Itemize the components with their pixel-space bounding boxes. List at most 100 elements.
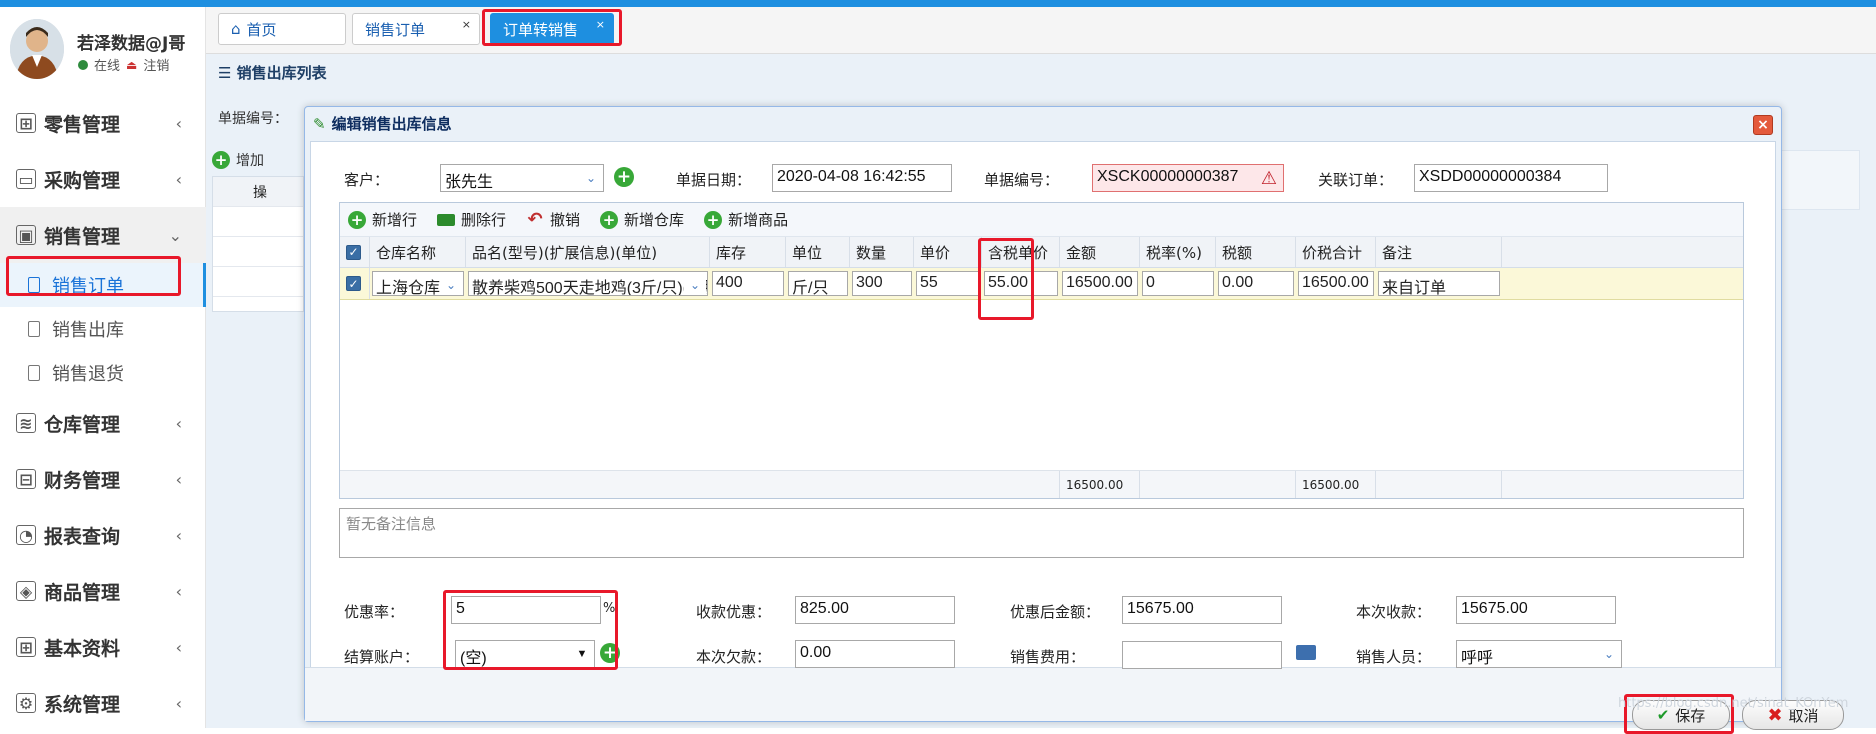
- avatar[interactable]: [10, 19, 64, 79]
- table-row[interactable]: [213, 237, 303, 267]
- this-owe-field[interactable]: 0.00: [795, 640, 955, 668]
- chevron-down-icon[interactable]: ⌄: [580, 166, 602, 190]
- sidebar-subitem-sales-return[interactable]: 销售退货: [0, 351, 206, 395]
- sidebar-item-label: 采购管理: [44, 169, 121, 192]
- tab-order-to-sales[interactable]: 订单转销售 ×: [490, 13, 614, 45]
- row-checkbox[interactable]: ✓: [346, 276, 361, 291]
- linked-order-field[interactable]: XSDD00000000384: [1414, 164, 1608, 192]
- bg-add-button[interactable]: 增加: [236, 150, 264, 170]
- new-warehouse-button[interactable]: + 新增仓库: [600, 209, 684, 230]
- customer-value: 张先生: [445, 174, 494, 191]
- sidebar-item-retail[interactable]: ⊞ 零售管理 ‹: [0, 95, 206, 151]
- sidebar-item-reports[interactable]: ◔ 报表查询 ‹: [0, 507, 206, 563]
- salesperson-label: 销售人员：: [1356, 648, 1432, 666]
- qty-field[interactable]: 300: [852, 271, 912, 296]
- monitor-icon: ▭: [16, 169, 36, 189]
- undo-icon: ↶: [527, 209, 543, 230]
- tab-sales-order[interactable]: 销售订单 ×: [352, 13, 480, 45]
- sales-fee-field[interactable]: [1122, 641, 1282, 669]
- document-icon: [28, 321, 40, 337]
- chevron-left-icon: ‹: [175, 581, 182, 601]
- bg-doc-no-label: 单据编号：: [218, 111, 288, 127]
- grid-icon: ⊞: [16, 637, 36, 657]
- chevron-down-icon[interactable]: ⌄: [684, 273, 706, 295]
- product-combobox[interactable]: 散养柴鸡500天走地鸡(3斤/只)(净膛3斤/只)⌄: [468, 271, 708, 296]
- remark-field[interactable]: 来自订单: [1378, 271, 1500, 296]
- remark-textarea[interactable]: 暂无备注信息: [339, 508, 1744, 558]
- table-row[interactable]: [213, 267, 303, 297]
- close-icon[interactable]: ×: [1753, 115, 1773, 135]
- sidebar-item-purchase[interactable]: ▭ 采购管理 ‹: [0, 151, 206, 207]
- table-row[interactable]: ✓ 上海仓库01⌄ 散养柴鸡500天走地鸡(3斤/只)(净膛3斤/只)⌄ 400…: [340, 268, 1743, 300]
- unit-field[interactable]: 斤/只: [788, 271, 848, 296]
- price-field[interactable]: 55: [916, 271, 980, 296]
- doc-no-field[interactable]: XSCK00000000387 ⚠: [1092, 164, 1284, 192]
- add-account-icon[interactable]: +: [600, 643, 620, 663]
- delete-row-button[interactable]: 删除行: [437, 209, 506, 230]
- grid-header: ✓ 仓库名称 品名(型号)(扩展信息)(单位) 库存 单位 数量 单价 含税单价…: [340, 237, 1743, 268]
- sidebar-item-basic-data[interactable]: ⊞ 基本资料 ‹: [0, 619, 206, 675]
- customer-combobox[interactable]: 张先生 ⌄: [440, 164, 604, 192]
- new-product-label: 新增商品: [728, 211, 789, 229]
- undo-button[interactable]: ↶ 撤销: [526, 209, 580, 230]
- logout-icon[interactable]: ⏏: [126, 58, 137, 72]
- after-discount-field[interactable]: 15675.00: [1122, 596, 1282, 624]
- new-row-button[interactable]: + 新增行: [348, 209, 417, 230]
- sidebar-subitem-sales-out[interactable]: 销售出库: [0, 307, 206, 351]
- tab-home[interactable]: ⌂ 首页: [218, 13, 346, 45]
- chevron-left-icon: ‹: [175, 637, 182, 657]
- this-collect-label: 本次收款：: [1356, 603, 1432, 621]
- add-customer-icon[interactable]: +: [614, 167, 634, 187]
- sidebar-item-products[interactable]: ◈ 商品管理 ‹: [0, 563, 206, 619]
- this-collect-field[interactable]: 15675.00: [1456, 596, 1616, 624]
- sidebar-item-label: 零售管理: [44, 113, 121, 136]
- gear-icon: ⚙: [16, 693, 36, 713]
- logout-link[interactable]: 注销: [143, 55, 169, 74]
- caret-down-icon[interactable]: ▼: [571, 642, 593, 666]
- collect-discount-field[interactable]: 825.00: [795, 596, 955, 624]
- date-value: 2020-04-08 16:42:55: [777, 168, 926, 185]
- folder-icon[interactable]: [1296, 645, 1316, 660]
- close-icon[interactable]: ×: [596, 18, 605, 31]
- new-row-label: 新增行: [372, 211, 418, 229]
- sidebar-item-system[interactable]: ⚙ 系统管理 ‹: [0, 675, 206, 731]
- sidebar-item-warehouse[interactable]: ≋ 仓库管理 ‹: [0, 395, 206, 451]
- discount-rate-field[interactable]: 5: [451, 596, 601, 624]
- warning-icon: ⚠: [1260, 168, 1277, 188]
- total-field[interactable]: 16500.00: [1298, 271, 1374, 296]
- chevron-down-icon[interactable]: ⌄: [1598, 642, 1620, 666]
- sidebar-subitem-sales-order[interactable]: 销售订单: [0, 263, 206, 307]
- stock-field[interactable]: 400: [712, 271, 784, 296]
- account-select[interactable]: (空) ▼: [455, 640, 595, 668]
- footer-spacer: [340, 471, 1060, 498]
- linked-order-label: 关联订单：: [1318, 171, 1394, 189]
- sidebar-item-sales[interactable]: ▣ 销售管理 ⌄: [0, 207, 206, 263]
- chevron-down-icon[interactable]: ⌄: [440, 273, 462, 295]
- select-all-checkbox[interactable]: ✓: [346, 244, 361, 260]
- tax-amount-field[interactable]: 0.00: [1218, 271, 1294, 296]
- online-dot-icon: [78, 59, 88, 70]
- amount-field[interactable]: 16500.00: [1062, 271, 1138, 296]
- minus-icon: [437, 213, 456, 226]
- tax-rate-field[interactable]: 0: [1142, 271, 1214, 296]
- table-row[interactable]: [213, 207, 303, 237]
- warehouse-combobox[interactable]: 上海仓库01 ⌄: [372, 271, 464, 296]
- col-qty: 数量: [850, 237, 914, 267]
- pencil-icon: ✎: [313, 114, 326, 133]
- tab-label: 销售订单: [365, 20, 426, 39]
- this-owe-label: 本次欠款：: [696, 648, 772, 666]
- sidebar: 若泽数据@J哥 在线 ⏏ 注销 ⊞ 零售管理 ‹ ▭ 采购管理 ‹ ▣ 销售管理 ⌄ 销售订…: [0, 7, 206, 728]
- undo-label: 撤销: [550, 211, 581, 229]
- close-icon[interactable]: ×: [462, 18, 471, 31]
- items-grid: + 新增行 删除行 ↶ 撤销 + 新增仓库 + 新增商品 ✓ 仓库名称 品名(型号)(扩…: [339, 202, 1744, 499]
- dialog-title: ✎ 编辑销售出库信息: [313, 113, 452, 134]
- new-product-button[interactable]: + 新增商品: [704, 209, 788, 230]
- plus-icon: +: [600, 210, 619, 229]
- date-field[interactable]: 2020-04-08 16:42:55: [772, 164, 952, 192]
- tax-price-field[interactable]: 55.00: [984, 271, 1058, 296]
- sidebar-subitem-label: 销售订单: [52, 276, 124, 297]
- col-unit: 单位: [786, 237, 850, 267]
- sidebar-item-finance[interactable]: ⊟ 财务管理 ‹: [0, 451, 206, 507]
- book-icon: ⊟: [16, 469, 36, 489]
- salesperson-combobox[interactable]: 呼呼 ⌄: [1456, 640, 1622, 668]
